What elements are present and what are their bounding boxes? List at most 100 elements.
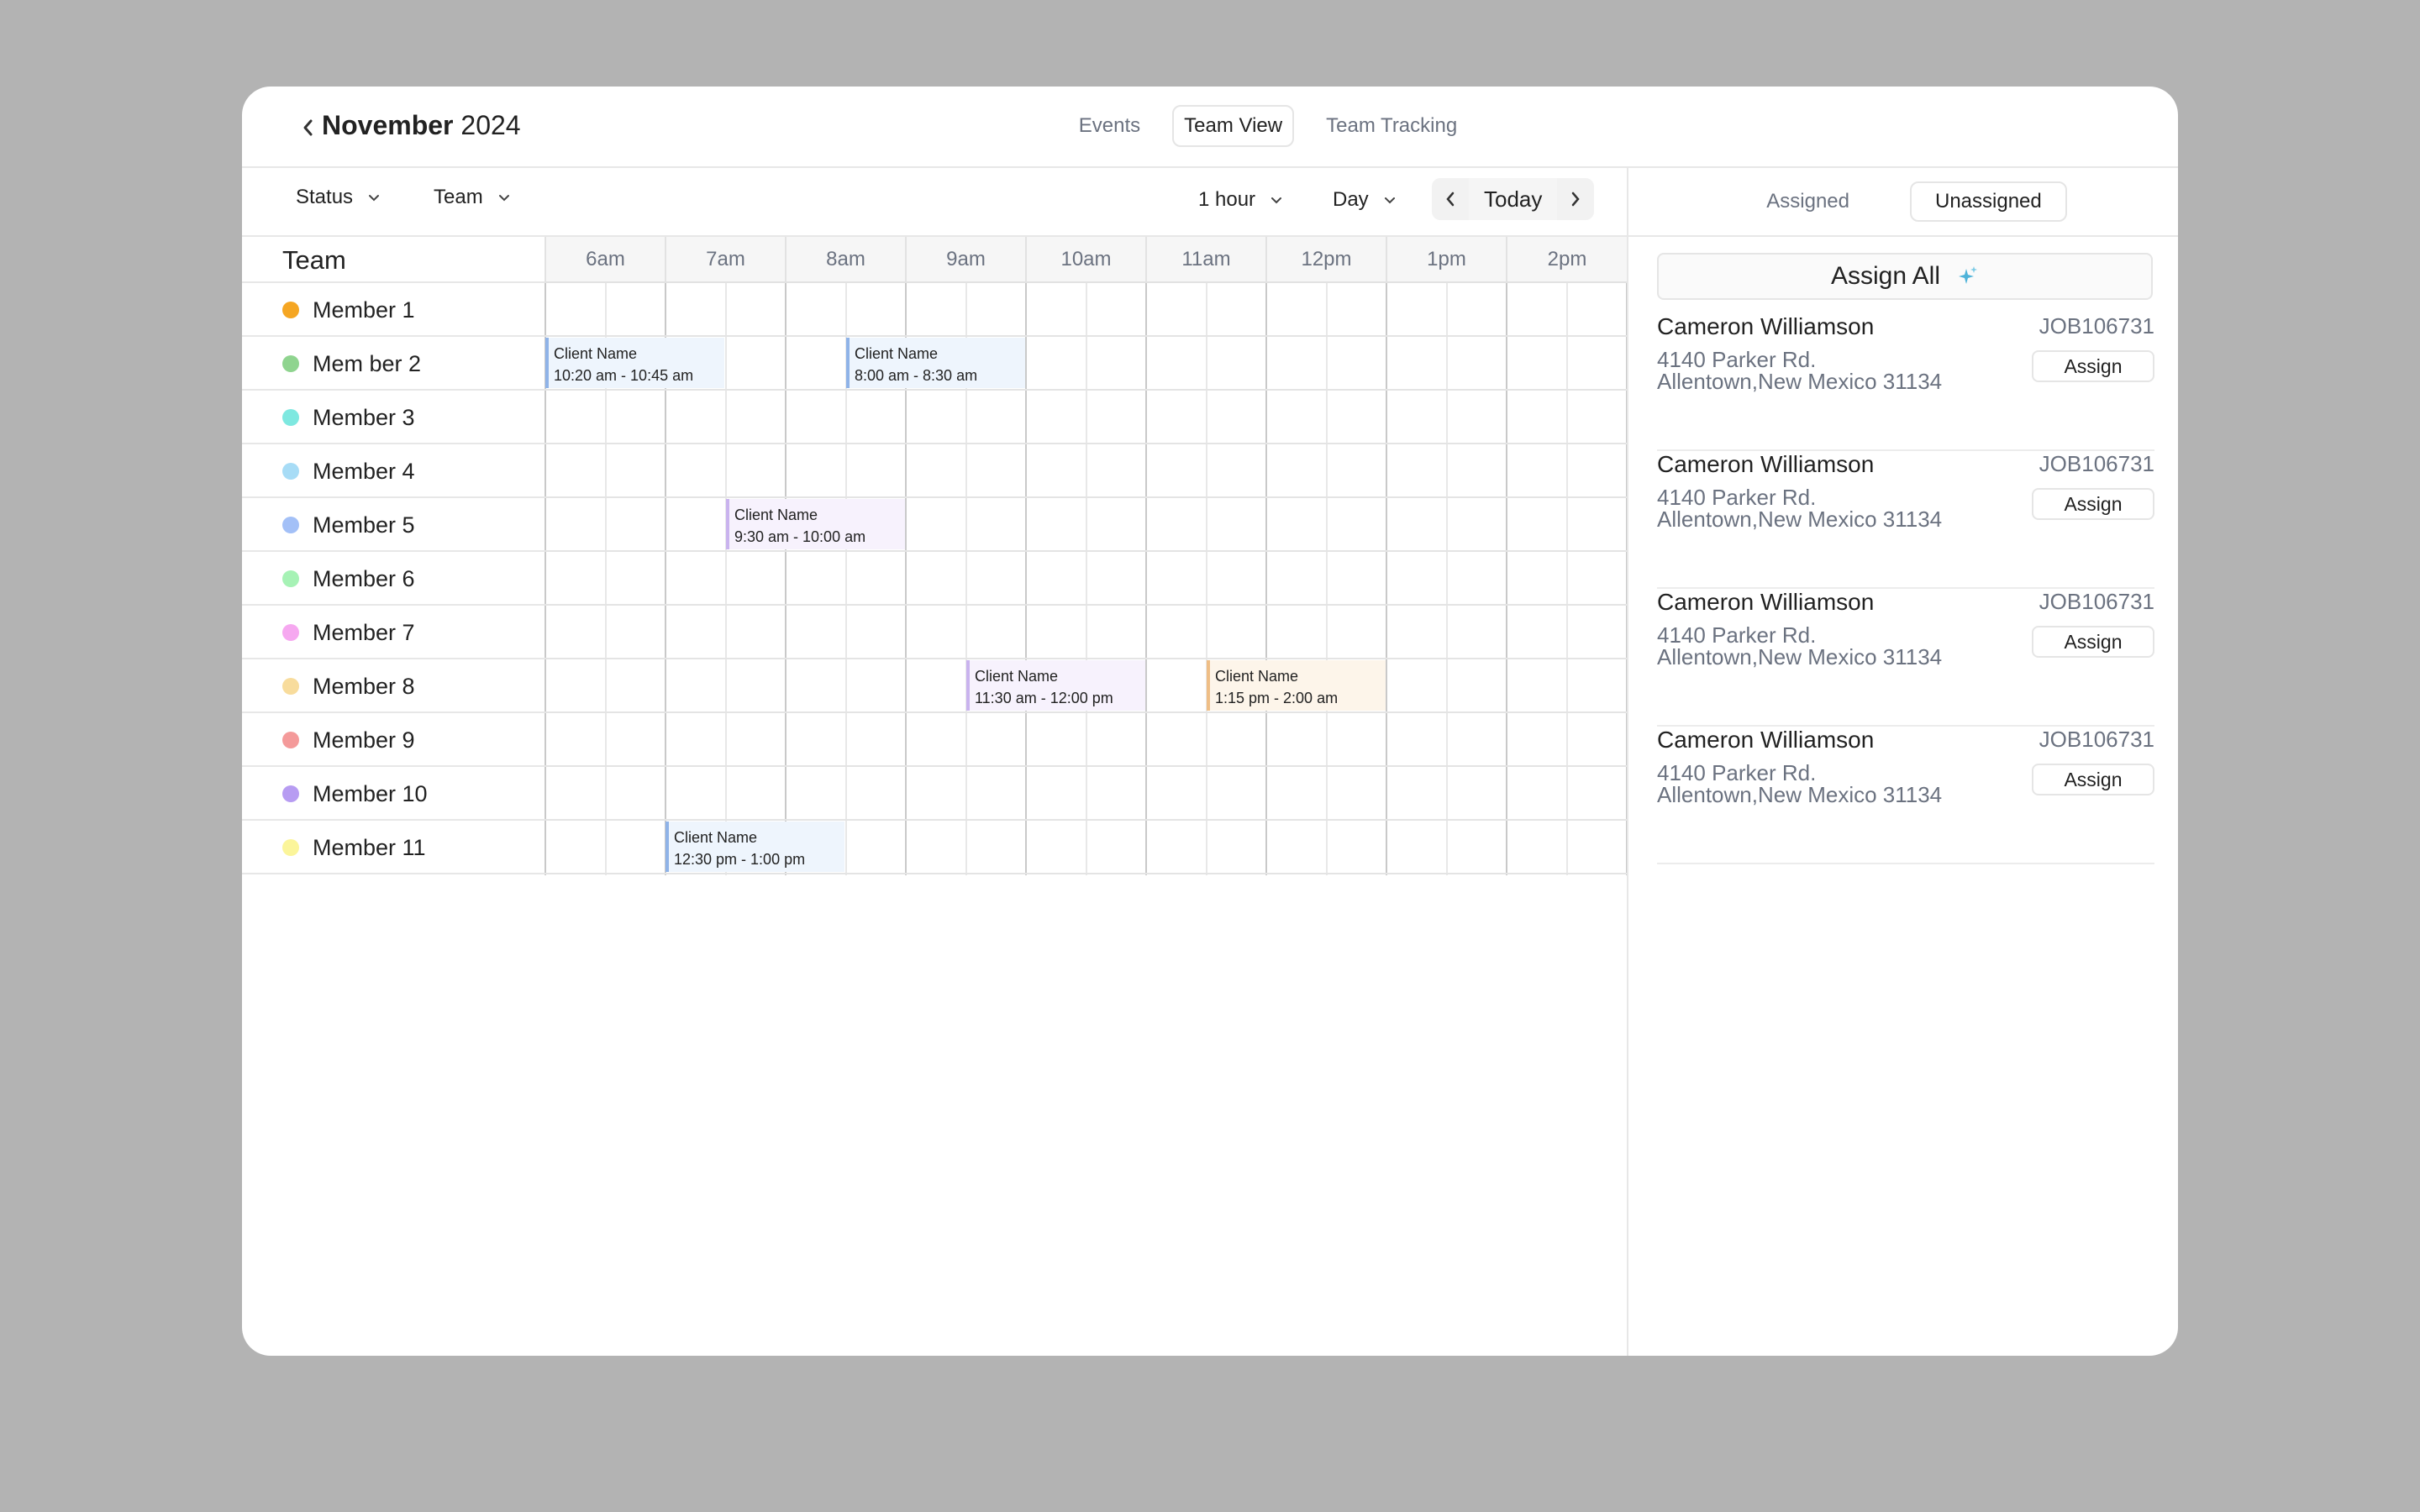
client-name: Cameron Williamson: [1657, 313, 1875, 339]
hour-gridline: [1145, 283, 1147, 875]
assign-button[interactable]: Assign: [2032, 626, 2154, 658]
hour-header: 7am: [665, 237, 785, 283]
event-block[interactable]: Client Name 10:20 am - 10:45 am: [545, 338, 724, 388]
range-dropdown-label: Day: [1333, 188, 1369, 211]
member-color-dot: [282, 678, 299, 695]
hour-header: 2pm: [1506, 237, 1627, 283]
assign-all-label: Assign All: [1830, 262, 1941, 290]
hour-gridline: [1265, 283, 1267, 875]
member-name: Member 9: [313, 727, 415, 753]
hour-gridline: [1386, 283, 1387, 875]
range-dropdown[interactable]: Day: [1333, 188, 1396, 212]
view-tabs: Events Team View Team Tracking: [242, 105, 2178, 147]
address-line-1: 4140 Parker Rd.: [1657, 622, 1817, 648]
event-block[interactable]: Client Name 1:15 pm - 2:00 am: [1207, 660, 1386, 711]
event-block[interactable]: Client Name 9:30 am - 10:00 am: [726, 499, 905, 549]
tab-team-tracking[interactable]: Team Tracking: [1314, 105, 1469, 147]
half-hour-gridline: [1446, 283, 1448, 875]
member-row[interactable]: Member 11: [242, 821, 544, 874]
interval-dropdown-label: 1 hour: [1198, 188, 1256, 211]
event-title: Client Name: [554, 345, 638, 362]
job-panel: Assigned Unassigned Assign All Cameron W…: [1627, 168, 2178, 1356]
previous-day-button[interactable]: [1432, 178, 1469, 220]
member-row[interactable]: Member 10: [242, 767, 544, 821]
assign-button[interactable]: Assign: [2032, 764, 2154, 795]
member-row[interactable]: Member 1: [242, 283, 544, 337]
tab-events[interactable]: Events: [1067, 105, 1152, 147]
row-gridline: [544, 550, 1627, 552]
address-line-2: Allentown,New Mexico 31134: [1657, 644, 1943, 669]
hour-header: 9am: [905, 237, 1025, 283]
member-name: Mem ber 2: [313, 351, 422, 376]
job-card: Cameron Williamson JOB106731 4140 Parker R…: [1657, 451, 2154, 589]
job-address: 4140 Parker Rd. Allentown,New Mexico 3113…: [1657, 624, 1942, 668]
event-time: 10:20 am - 10:45 am: [554, 367, 694, 384]
member-row[interactable]: Mem ber 2: [242, 337, 544, 391]
half-hour-gridline: [1326, 283, 1328, 875]
team-dropdown[interactable]: Team: [434, 186, 510, 209]
row-gridline: [544, 443, 1627, 444]
assign-button[interactable]: Assign: [2032, 350, 2154, 382]
member-name: Member 10: [313, 781, 428, 806]
member-row[interactable]: Member 7: [242, 606, 544, 659]
job-address: 4140 Parker Rd. Allentown,New Mexico 3113…: [1657, 349, 1942, 392]
assign-button[interactable]: Assign: [2032, 488, 2154, 520]
member-name: Member 3: [313, 405, 415, 430]
member-row[interactable]: Member 3: [242, 391, 544, 444]
event-block[interactable]: Client Name 8:00 am - 8:30 am: [846, 338, 1025, 388]
member-color-dot: [282, 570, 299, 587]
member-row[interactable]: Member 5: [242, 498, 544, 552]
member-name: Member 7: [313, 620, 415, 645]
address-line-2: Allentown,New Mexico 31134: [1657, 782, 1943, 807]
row-gridline: [544, 496, 1627, 498]
member-row[interactable]: Member 6: [242, 552, 544, 606]
row-gridline: [544, 873, 1627, 874]
event-title: Client Name: [855, 345, 939, 362]
member-name: Member 5: [313, 512, 415, 538]
team-column-header: Team: [242, 237, 544, 283]
event-title: Client Name: [1215, 668, 1299, 685]
member-name: Member 6: [313, 566, 415, 591]
today-button[interactable]: Today: [1469, 178, 1558, 220]
hour-gridline: [1506, 283, 1507, 875]
event-title: Client Name: [975, 668, 1059, 685]
job-card: Cameron Williamson JOB106731 4140 Parker R…: [1657, 727, 2154, 864]
half-hour-gridline: [1566, 283, 1568, 875]
chevron-down-icon: [1271, 197, 1282, 204]
member-row[interactable]: Member 8: [242, 659, 544, 713]
half-hour-gridline: [725, 283, 727, 875]
event-time: 12:30 pm - 1:00 pm: [674, 851, 806, 868]
row-gridline: [544, 604, 1627, 606]
row-gridline: [544, 335, 1627, 337]
hour-gridline: [1025, 283, 1027, 875]
hour-header: 12pm: [1265, 237, 1386, 283]
member-name: Member 11: [313, 835, 426, 860]
job-address: 4140 Parker Rd. Allentown,New Mexico 3113…: [1657, 762, 1942, 806]
address-line-2: Allentown,New Mexico 31134: [1657, 507, 1943, 532]
member-color-dot: [282, 409, 299, 426]
sparkle-icon: [1959, 266, 1978, 284]
member-color-dot: [282, 355, 299, 372]
assign-all-button[interactable]: Assign All: [1657, 253, 2153, 300]
tab-team-view[interactable]: Team View: [1172, 105, 1295, 147]
status-dropdown[interactable]: Status: [296, 186, 380, 209]
client-name: Cameron Williamson: [1657, 451, 1875, 477]
interval-dropdown[interactable]: 1 hour: [1198, 188, 1282, 212]
job-id: JOB106731: [2039, 451, 2154, 476]
tab-assigned[interactable]: Assigned: [1741, 181, 1875, 222]
tab-unassigned[interactable]: Unassigned: [1909, 181, 2067, 222]
job-id: JOB106731: [2039, 589, 2154, 614]
job-card: Cameron Williamson JOB106731 4140 Parker R…: [1657, 313, 2154, 451]
job-card: Cameron Williamson JOB106731 4140 Parker R…: [1657, 589, 2154, 727]
team-heading: Team: [282, 245, 346, 275]
member-color-dot: [282, 624, 299, 641]
event-block[interactable]: Client Name 12:30 pm - 1:00 pm: [666, 822, 844, 872]
next-day-button[interactable]: [1557, 178, 1594, 220]
member-row[interactable]: Member 9: [242, 713, 544, 767]
hour-header: 1pm: [1386, 237, 1506, 283]
event-block[interactable]: Client Name 11:30 am - 12:00 pm: [966, 660, 1145, 711]
row-gridline: [544, 658, 1627, 659]
address-line-1: 4140 Parker Rd.: [1657, 760, 1817, 785]
member-row[interactable]: Member 4: [242, 444, 544, 498]
address-line-2: Allentown,New Mexico 31134: [1657, 369, 1943, 394]
